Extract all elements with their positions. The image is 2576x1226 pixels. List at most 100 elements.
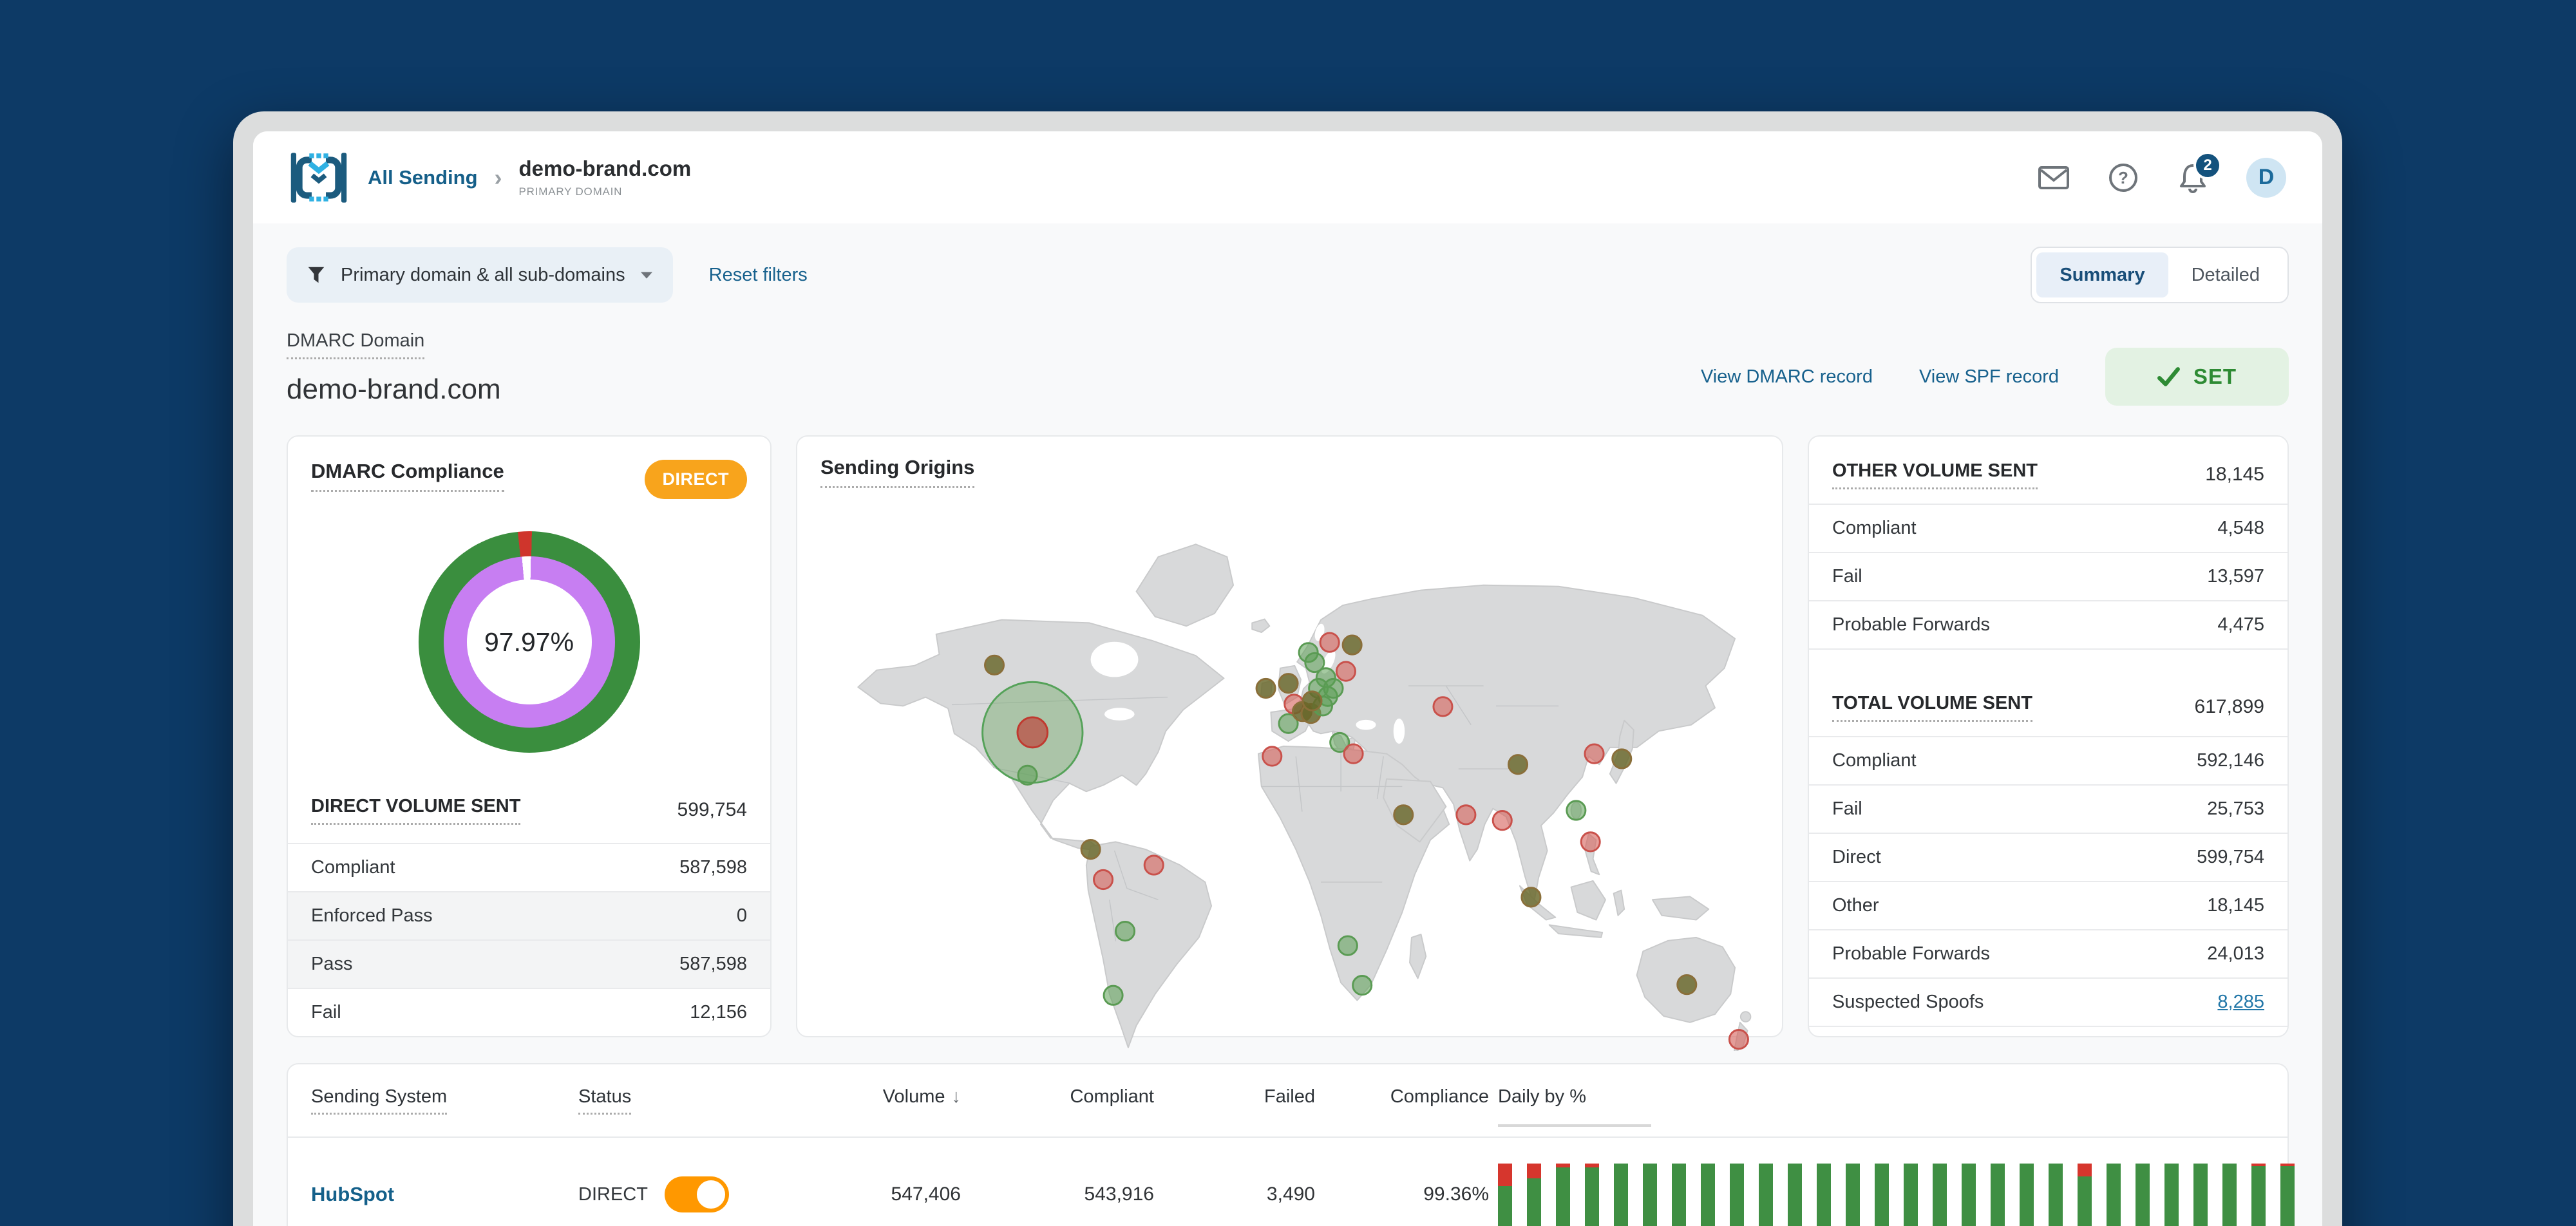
breadcrumb-current: demo-brand.com PRIMARY DOMAIN	[519, 156, 692, 198]
current-domain: demo-brand.com	[518, 156, 692, 180]
table-row: HubSpot DIRECT 547,406 543,916 3,490 99.…	[288, 1138, 2295, 1226]
other-volume-sent-label: OTHER VOLUME SENT	[1832, 460, 2038, 489]
status-label: DIRECT	[578, 1184, 648, 1205]
row-value[interactable]: 592,146	[2197, 750, 2264, 771]
direct-volume-sent-value: 599,754	[677, 799, 747, 820]
domain-type-label: PRIMARY DOMAIN	[518, 185, 623, 198]
origin-dot	[1255, 677, 1276, 699]
origin-dot	[1455, 804, 1477, 825]
bell-icon[interactable]: 2	[2177, 151, 2222, 194]
svg-text:?: ?	[2118, 168, 2128, 187]
row-value[interactable]: 25,753	[2207, 798, 2264, 820]
help-icon[interactable]: ?	[2107, 162, 2139, 194]
col-compliance[interactable]: Compliance	[1315, 1086, 1489, 1108]
origin-dot	[1676, 974, 1698, 995]
origin-dot	[1341, 634, 1363, 655]
view-dmarc-record-link[interactable]: View DMARC record	[1701, 366, 1873, 388]
origin-dot	[1080, 839, 1101, 860]
origin-dot	[1611, 748, 1633, 769]
tab-summary[interactable]: Summary	[2036, 252, 2168, 297]
other-volume-sent-value: 18,145	[2205, 464, 2264, 485]
row-value[interactable]: 8,285	[2217, 992, 2264, 1013]
total-volume-sent-value: 617,899	[2194, 696, 2264, 717]
origins-card-title: Sending Origins	[820, 456, 975, 488]
origin-dot	[1728, 1029, 1749, 1050]
avatar[interactable]: D	[2246, 157, 2286, 198]
app-header: All Sending › demo-brand.com PRIMARY DOM…	[253, 131, 2322, 223]
table-row: Probable Forwards 24,013	[1809, 930, 2287, 979]
chevron-right-icon: ›	[494, 164, 502, 191]
table-row: Other 18,145	[1809, 882, 2287, 930]
origin-dot	[984, 654, 1005, 675]
origin-dot	[1508, 754, 1529, 775]
compliance-percent: 97.97%	[484, 627, 574, 657]
total-volume-rows: Compliant 592,146 Fail 25,753 Direct 599…	[1809, 737, 2287, 1027]
col-status[interactable]: Status	[555, 1086, 774, 1115]
origin-dot	[1302, 690, 1323, 712]
origin-dot	[1278, 673, 1299, 694]
table-row: Pass 587,598	[288, 939, 770, 988]
mail-icon[interactable]	[2038, 162, 2070, 194]
status-toggle[interactable]	[664, 1176, 729, 1212]
origin-dot	[1143, 854, 1164, 876]
compliance-donut-chart: 97.97%	[418, 531, 640, 753]
origin-dot	[1093, 869, 1114, 891]
col-volume[interactable]: Volume ↓	[774, 1086, 961, 1108]
dmarcian-logo-icon	[290, 152, 347, 203]
col-failed[interactable]: Failed	[1154, 1086, 1315, 1108]
origins-map[interactable]	[820, 497, 1759, 1055]
app-window: All Sending › demo-brand.com PRIMARY DOM…	[233, 111, 2342, 1226]
view-spf-record-link[interactable]: View SPF record	[1919, 366, 2059, 388]
origin-dot	[1393, 804, 1414, 825]
breadcrumb-all-sending[interactable]: All Sending	[368, 166, 478, 189]
origin-dot	[1337, 935, 1358, 956]
domain-filter-dropdown[interactable]: Primary domain & all sub-domains	[287, 247, 673, 303]
origin-dot	[1115, 921, 1136, 942]
volume-value: 547,406	[891, 1184, 961, 1205]
origin-dot	[1319, 632, 1340, 653]
origin-dot	[1103, 985, 1124, 1006]
notification-badge: 2	[2193, 151, 2222, 180]
origin-dot	[1566, 800, 1587, 821]
table-row: Compliant 587,598	[288, 843, 770, 891]
table-row: Suspected Spoofs 8,285	[1809, 979, 2287, 1027]
origin-dot	[1352, 975, 1373, 996]
table-row: Fail 12,156	[288, 988, 770, 1036]
origin-dot	[1492, 810, 1513, 831]
row-value[interactable]: 24,013	[2207, 943, 2264, 965]
col-sending-system[interactable]: Sending System	[288, 1086, 555, 1115]
daily-bars	[1498, 1164, 2295, 1226]
origin-dot	[1432, 696, 1454, 717]
col-compliant[interactable]: Compliant	[961, 1086, 1154, 1108]
total-volume-sent-label: TOTAL VOLUME SENT	[1832, 693, 2032, 722]
sending-systems-table: Sending System Status Volume ↓ Compliant …	[287, 1063, 2295, 1226]
arrow-down-icon: ↓	[951, 1086, 961, 1107]
origin-dot	[1323, 677, 1344, 699]
compliance-card-title: DMARC Compliance	[311, 460, 504, 492]
funnel-icon	[308, 267, 325, 283]
origin-dot	[1584, 743, 1605, 764]
origin-dot	[1016, 716, 1049, 749]
filter-label: Primary domain & all sub-domains	[341, 264, 625, 285]
world-map	[857, 543, 1752, 1055]
origin-dot	[1262, 746, 1283, 767]
tab-detailed[interactable]: Detailed	[2168, 252, 2283, 297]
compliance-rows: Compliant 587,598 Enforced Pass 0 Pass 5…	[288, 843, 770, 1036]
view-toggle: Summary Detailed	[2031, 247, 2289, 303]
origin-dot	[1017, 764, 1038, 786]
dmarc-domain-value: demo-brand.com	[287, 373, 501, 405]
compliance-value: 99.36%	[1423, 1184, 1489, 1205]
sending-system-link[interactable]: HubSpot	[288, 1183, 555, 1206]
direct-badge: DIRECT	[644, 460, 747, 499]
row-value[interactable]: 599,754	[2197, 847, 2264, 868]
origin-dot	[1343, 743, 1364, 764]
table-row: Compliant 4,548	[1809, 505, 2287, 553]
origin-dot	[1580, 831, 1601, 853]
table-row: Fail 13,597	[1809, 553, 2287, 601]
set-status-button[interactable]: SET	[2105, 348, 2289, 406]
reset-filters-link[interactable]: Reset filters	[709, 265, 808, 286]
row-value[interactable]: 18,145	[2207, 895, 2264, 916]
check-icon	[2157, 367, 2180, 386]
dmarc-domain-label: DMARC Domain	[287, 330, 425, 359]
chevron-down-icon	[640, 271, 652, 279]
